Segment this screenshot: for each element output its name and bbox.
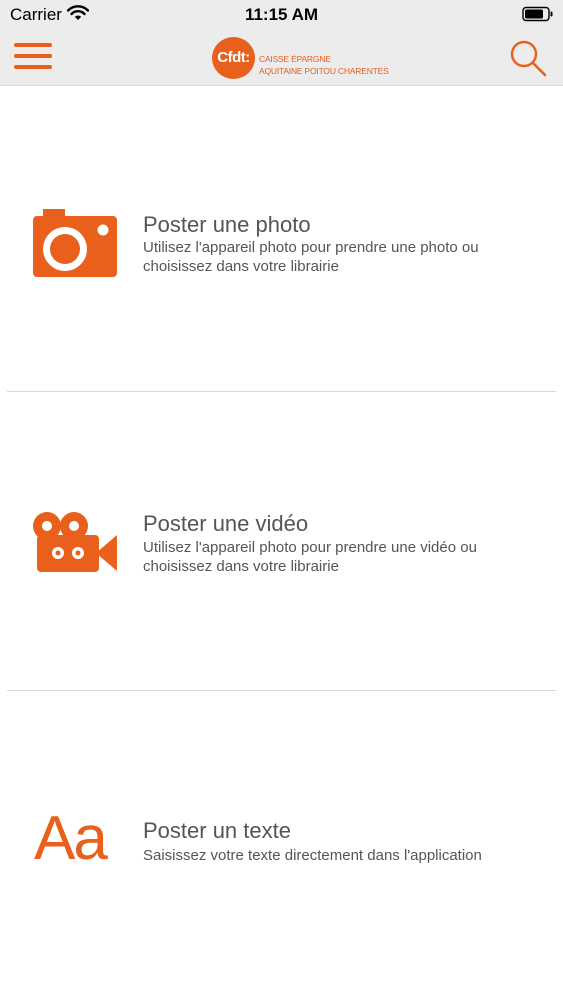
option-description: Utilisez l'appareil photo pour prendre u… — [143, 239, 479, 275]
hamburger-menu-icon[interactable] — [14, 43, 52, 73]
option-title: Poster un texte — [143, 818, 291, 843]
text-icon: Aa — [34, 804, 108, 873]
post-video-option[interactable]: Poster une vidéo Utilisez l'appareil pho… — [0, 392, 563, 690]
logo-line-1: CAISSE ÉPARGNE — [259, 54, 331, 64]
post-text-option[interactable]: Aa Poster un texte Saisissez votre texte… — [0, 691, 563, 1000]
video-camera-icon — [32, 511, 118, 578]
status-time: 11:15 AM — [244, 5, 319, 24]
battery-icon — [522, 6, 554, 27]
camera-icon — [32, 208, 118, 283]
option-title: Poster une vidéo — [143, 511, 309, 536]
logo-mark: Cfdt: — [212, 37, 255, 79]
status-bar: Carrier 11:15 AM — [0, 0, 563, 30]
option-description: Saisissez votre texte directement dans l… — [143, 847, 482, 864]
post-photo-option[interactable]: Poster une photo Utilisez l'appareil pho… — [0, 87, 563, 391]
option-title: Poster une photo — [143, 212, 311, 237]
logo-line-2: AQUITAINE POITOU CHARENTES — [259, 66, 389, 76]
search-icon[interactable] — [508, 38, 548, 78]
nav-bar: Cfdt: CAISSE ÉPARGNE AQUITAINE POITOU CH… — [0, 30, 563, 86]
logo: Cfdt: CAISSE ÉPARGNE AQUITAINE POITOU CH… — [212, 37, 389, 79]
option-description: Utilisez l'appareil photo pour prendre u… — [143, 539, 477, 575]
